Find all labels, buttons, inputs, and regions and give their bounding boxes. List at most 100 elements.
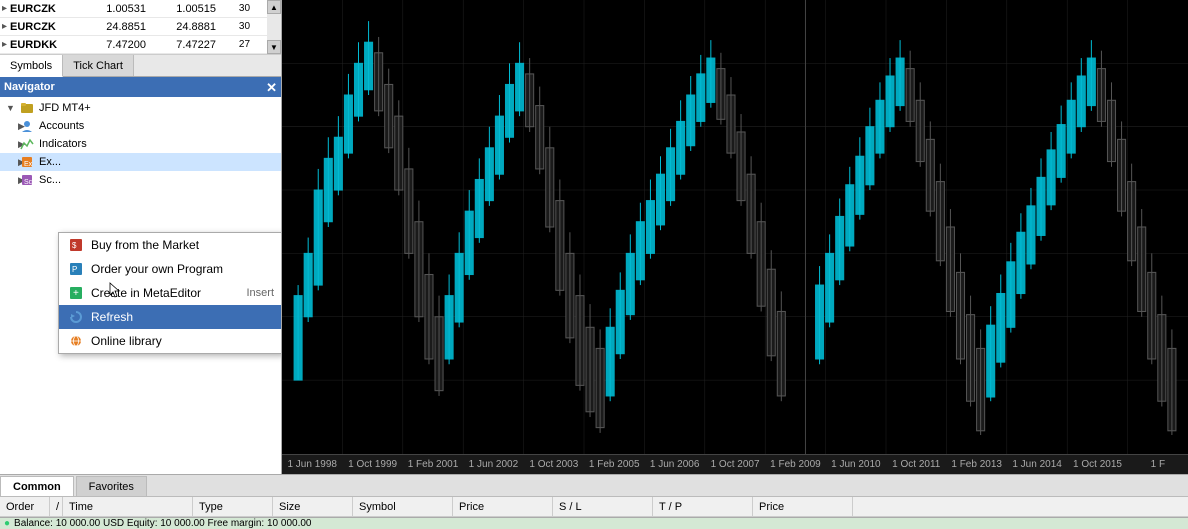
symbol-label: EURDKK — [10, 39, 80, 51]
watchlist: ▸ EURCZK 1.00531 1.00515 30 ▸ EURCZK 24.… — [0, 0, 281, 55]
svg-text:Ex: Ex — [24, 161, 33, 168]
nav-item-indicators[interactable]: ▶ Indicators — [0, 135, 281, 153]
bottom-tab-common[interactable]: Common — [0, 476, 74, 496]
favorites-tab-label: Favorites — [89, 481, 134, 493]
accounts-icon — [20, 119, 36, 133]
ask-val: 24.8881 — [150, 21, 220, 33]
ctx-buy-market[interactable]: $ Buy from the Market — [59, 233, 281, 257]
status-bar: ● Balance: 10 000.00 USD Equity: 10 000.… — [0, 517, 1188, 529]
order-col-size: Size — [273, 497, 353, 516]
refresh-icon — [67, 308, 85, 326]
indicators-icon — [20, 137, 36, 151]
diff-val: 30 — [220, 21, 250, 32]
ctx-online-library[interactable]: Online library — [59, 329, 281, 353]
scroll-up-btn[interactable]: ▲ — [267, 0, 281, 14]
order-col-tp: T / P — [653, 497, 753, 516]
status-text: Balance: 10 000.00 USD Equity: 10 000.00… — [14, 518, 311, 529]
ea-icon: Ex — [20, 155, 36, 169]
ctx-order-program[interactable]: P Order your own Program — [59, 257, 281, 281]
ask-val: 1.00515 — [150, 3, 220, 15]
status-dot: ● — [4, 518, 10, 529]
orders-header: Order / Time Type Size Symbol Price S / … — [0, 497, 1188, 517]
nav-ea-label: Ex... — [39, 156, 61, 168]
online-icon — [67, 332, 85, 350]
jfd-icon — [20, 101, 36, 115]
time-label-6: 1 Feb 2005 — [584, 459, 644, 470]
nav-item-jfd[interactable]: ▼ JFD MT4+ — [0, 99, 281, 117]
buy-icon: $ — [67, 236, 85, 254]
nav-jfd-label: JFD MT4+ — [39, 102, 91, 114]
nav-item-scripts[interactable]: ▶ Sc Sc... — [0, 171, 281, 189]
time-label-5: 1 Oct 2003 — [524, 459, 584, 470]
navigator-title: Navigator — [4, 81, 55, 93]
order-col-time: Time — [63, 497, 193, 516]
row-dot: ▸ — [2, 21, 7, 32]
scripts-icon: Sc — [20, 173, 36, 187]
time-label-10: 1 Jun 2010 — [826, 459, 886, 470]
time-label-13: 1 Jun 2014 — [1007, 459, 1067, 470]
order-col-symbol: Symbol — [353, 497, 453, 516]
scrollbar[interactable]: ▲ ▼ — [267, 0, 281, 54]
create-icon: + — [67, 284, 85, 302]
ctx-online-label: Online library — [91, 334, 162, 348]
bid-val: 7.47200 — [80, 39, 150, 51]
time-label-2: 1 Oct 1999 — [342, 459, 402, 470]
watchlist-row-eurdkk[interactable]: ▸ EURCZK 24.8851 24.8881 30 — [0, 18, 267, 36]
nav-item-ea[interactable]: ▶ Ex Ex... — [0, 153, 281, 171]
context-menu: $ Buy from the Market P Order your own P… — [58, 232, 281, 354]
time-label-11: 1 Oct 2011 — [886, 459, 946, 470]
common-tab-label: Common — [13, 481, 61, 493]
nav-indicators-label: Indicators — [39, 138, 87, 150]
order-col-price2: Price — [753, 497, 853, 516]
expand-icon: ▶ — [6, 139, 20, 150]
tab-symbols[interactable]: Symbols — [0, 55, 63, 77]
expand-icon: ▼ — [6, 103, 20, 113]
diff-val: 30 — [220, 3, 250, 14]
navigator-close-btn[interactable]: ✕ — [266, 81, 277, 94]
expand-icon: ▶ — [6, 175, 20, 186]
time-label-1: 1 Jun 1998 — [282, 459, 342, 470]
nav-accounts-label: Accounts — [39, 120, 84, 132]
ctx-order-label: Order your own Program — [91, 262, 223, 276]
time-label-3: 1 Feb 2001 — [403, 459, 463, 470]
svg-text:$: $ — [72, 241, 77, 250]
watchlist-row-eurczk[interactable]: ▸ EURCZK 1.00531 1.00515 30 — [0, 0, 267, 18]
time-label-9: 1 Feb 2009 — [765, 459, 825, 470]
chart-svg — [282, 0, 1188, 454]
bottom-tab-favorites[interactable]: Favorites — [76, 476, 147, 496]
order-icon: P — [67, 260, 85, 278]
order-col-slash: / — [50, 497, 63, 516]
nav-item-accounts[interactable]: ▶ Accounts — [0, 117, 281, 135]
time-label-4: 1 Jun 2002 — [463, 459, 523, 470]
time-label-8: 1 Oct 2007 — [705, 459, 765, 470]
time-label-14: 1 Oct 2015 — [1067, 459, 1127, 470]
ctx-buy-label: Buy from the Market — [91, 238, 199, 252]
time-label-15: 1 F — [1128, 459, 1188, 470]
diff-val: 27 — [220, 39, 250, 50]
ctx-refresh-label: Refresh — [91, 310, 133, 324]
time-label-7: 1 Jun 2006 — [644, 459, 704, 470]
row-dot: ▸ — [2, 39, 7, 50]
order-col-order: Order — [0, 497, 50, 516]
ctx-create-label: Create in MetaEditor — [91, 286, 201, 300]
watchlist-row-eurdkk2[interactable]: ▸ EURDKK 7.47200 7.47227 27 — [0, 36, 267, 54]
bid-val: 24.8851 — [80, 21, 150, 33]
navigator-tree: ▼ JFD MT4+ ▶ Accounts ▶ Indicators — [0, 97, 281, 474]
chart-area: 1 Jun 1998 1 Oct 1999 1 Feb 2001 1 Jun 2… — [282, 0, 1188, 474]
left-panel: ▸ EURCZK 1.00531 1.00515 30 ▸ EURCZK 24.… — [0, 0, 282, 474]
ctx-create-shortcut: Insert — [246, 287, 274, 299]
bottom-section: USDJPY,H1 GBPUSD,Weekly EURGBP,Daily GBP… — [0, 474, 1188, 529]
scroll-down-btn[interactable]: ▼ — [267, 40, 281, 54]
order-col-type: Type — [193, 497, 273, 516]
navigator-header: Navigator ✕ — [0, 77, 281, 97]
ctx-create-editor[interactable]: + Create in MetaEditor Insert — [59, 281, 281, 305]
order-col-sl: S / L — [553, 497, 653, 516]
chart-time-axis: 1 Jun 1998 1 Oct 1999 1 Feb 2001 1 Jun 2… — [282, 454, 1188, 474]
nav-scripts-label: Sc... — [39, 174, 61, 186]
ctx-refresh[interactable]: Refresh — [59, 305, 281, 329]
bid-val: 1.00531 — [80, 3, 150, 15]
symbol-label: EURCZK — [10, 21, 80, 33]
ask-val: 7.47227 — [150, 39, 220, 51]
svg-text:+: + — [73, 288, 79, 299]
tab-tick-chart[interactable]: Tick Chart — [63, 55, 134, 76]
